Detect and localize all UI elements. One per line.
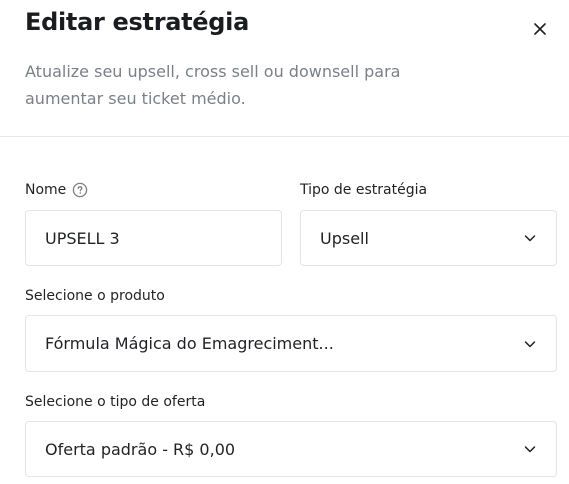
close-icon — [534, 23, 546, 35]
strategy-type-value: Upsell — [320, 228, 369, 248]
offer-type-value: Oferta padrão - R$ 0,00 — [45, 439, 236, 459]
name-label: Nome — [25, 182, 67, 198]
header-divider — [0, 136, 569, 137]
name-label-group: Nome — [25, 182, 88, 198]
chevron-down-icon — [523, 442, 537, 456]
strategy-type-label: Tipo de estratégia — [300, 182, 428, 198]
name-field[interactable] — [25, 210, 282, 266]
product-select[interactable]: Fórmula Mágica do Emagreciment... — [25, 315, 557, 372]
question-circle-icon[interactable] — [72, 182, 88, 198]
name-input[interactable] — [45, 228, 262, 248]
modal-subtitle: Atualize seu upsell, cross sell ou downs… — [25, 62, 401, 108]
product-value: Fórmula Mágica do Emagreciment... — [45, 334, 334, 353]
close-button[interactable] — [529, 18, 551, 40]
offer-type-select[interactable]: Oferta padrão - R$ 0,00 — [25, 421, 557, 477]
chevron-down-icon — [523, 231, 537, 245]
product-label: Selecione o produto — [25, 288, 165, 304]
modal-title: Editar estratégia — [25, 8, 249, 36]
chevron-down-icon — [523, 337, 537, 351]
offer-type-label: Selecione o tipo de oferta — [25, 394, 206, 410]
strategy-type-select[interactable]: Upsell — [300, 210, 557, 266]
